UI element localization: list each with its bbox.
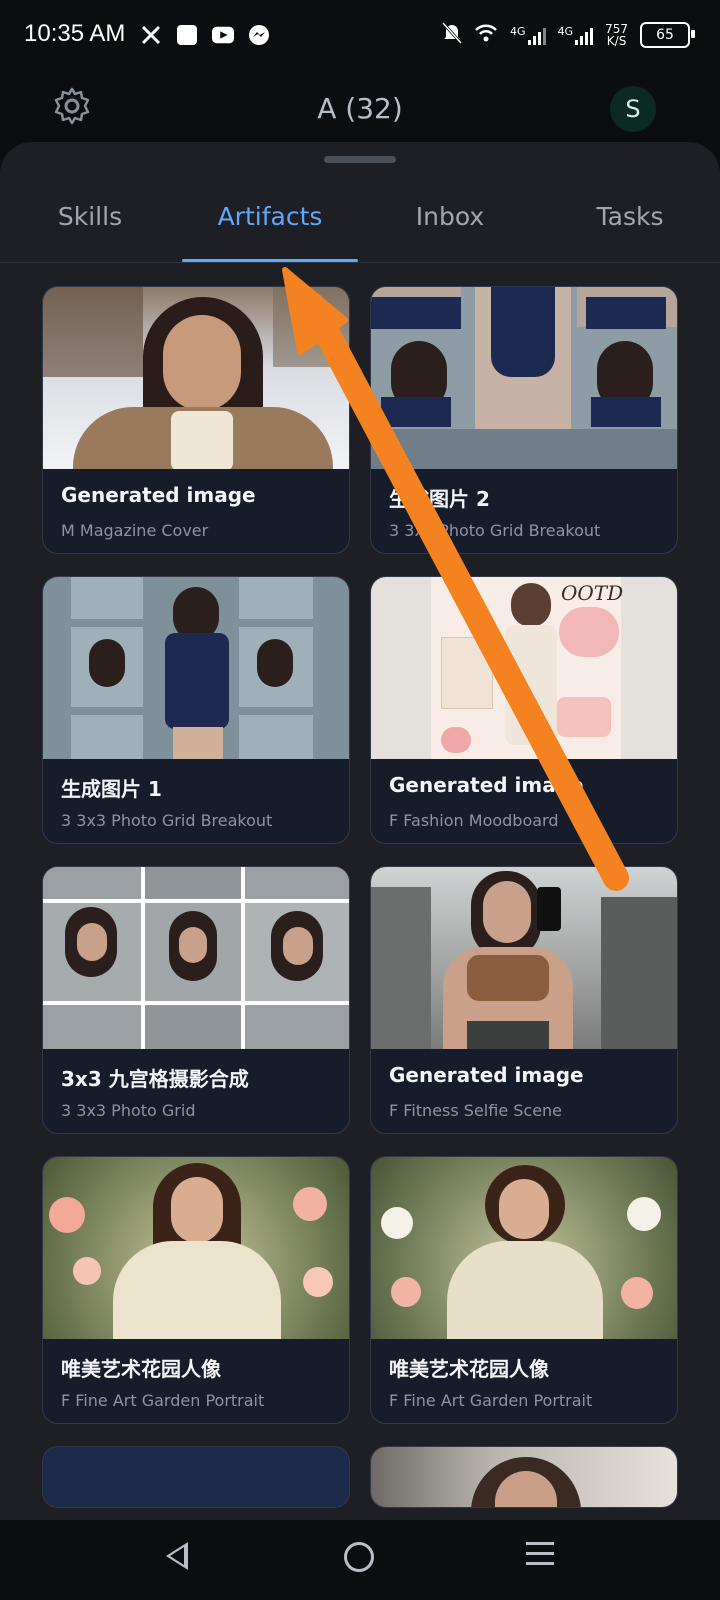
mute-bell-icon: [441, 21, 463, 48]
drag-handle[interactable]: [324, 156, 396, 163]
status-bar: 10:35 AM 4G 4G 757 K/S 65: [0, 0, 720, 70]
system-nav-bar: [0, 1520, 720, 1600]
artifact-thumbnail: [371, 867, 677, 1049]
artifact-subtitle: F Fine Art Garden Portrait: [389, 1391, 593, 1410]
app-square-icon: [176, 24, 198, 46]
signal-bars-2: [575, 25, 594, 45]
artifact-title: Generated image: [389, 1063, 584, 1087]
net-speed: 757 K/S: [605, 23, 628, 47]
artifact-subtitle: F Fashion Moodboard: [389, 811, 559, 830]
tab-skills[interactable]: Skills: [0, 182, 180, 262]
battery-indicator: 65: [640, 22, 695, 48]
tab-bar: Skills Artifacts Inbox Tasks: [0, 182, 720, 263]
avatar[interactable]: S: [610, 86, 656, 132]
artifact-subtitle: 3 3x3 Photo Grid: [61, 1101, 196, 1120]
artifact-subtitle: F Fitness Selfie Scene: [389, 1101, 563, 1120]
wifi-icon: [474, 23, 498, 47]
artifact-card[interactable]: Generated image F Fitness Selfie Scene: [370, 866, 678, 1134]
clock: 10:35 AM: [24, 20, 126, 47]
youtube-icon: [212, 24, 234, 46]
artifact-subtitle: 3 3x3 Photo Grid Breakout: [389, 521, 601, 540]
artifact-thumbnail: [43, 1157, 349, 1339]
artifact-card[interactable]: 唯美艺术花园人像 F Fine Art Garden Portrait: [42, 1156, 350, 1424]
tab-tasks[interactable]: Tasks: [540, 182, 720, 262]
artifact-thumbnail: OOTD: [371, 577, 677, 759]
artifact-title: Generated image: [61, 483, 256, 507]
artifact-title: 生成图片 1: [61, 777, 162, 801]
artifact-subtitle: F Fine Art Garden Portrait: [61, 1391, 265, 1410]
artifact-title: 唯美艺术花园人像: [61, 1357, 221, 1381]
artifact-thumbnail: [371, 1157, 677, 1339]
artifact-title: 3x3 九宫格摄影合成: [61, 1067, 249, 1091]
tab-artifacts[interactable]: Artifacts: [180, 182, 360, 262]
notification-icons: [140, 24, 270, 46]
artifact-card[interactable]: 3x3 九宫格摄影合成 3 3x3 Photo Grid: [42, 866, 350, 1134]
artifact-card[interactable]: 生成图片 1 3 3x3 Photo Grid Breakout: [42, 576, 350, 844]
artifact-title: Generated image: [389, 773, 584, 797]
recents-icon[interactable]: [526, 1542, 554, 1572]
artifact-subtitle: M Magazine Cover: [61, 521, 209, 540]
tab-inbox[interactable]: Inbox: [360, 182, 540, 262]
artifacts-sheet: Skills Artifacts Inbox Tasks Generated i…: [0, 142, 720, 1522]
status-indicators: 4G 4G 757 K/S 65: [441, 21, 695, 48]
artifact-card-partial[interactable]: [370, 1446, 678, 1508]
messenger-icon: [248, 24, 270, 46]
x-app-icon: [140, 24, 162, 46]
ootd-sticker: OOTD: [561, 581, 624, 605]
back-icon[interactable]: [166, 1542, 188, 1570]
artifact-card[interactable]: Generated image M Magazine Cover: [42, 286, 350, 554]
artifact-thumbnail: [371, 287, 677, 469]
artifact-grid: Generated image M Magazine Cover 生成图片 2 …: [42, 286, 678, 1508]
artifact-title: 唯美艺术花园人像: [389, 1357, 549, 1381]
artifact-subtitle: 3 3x3 Photo Grid Breakout: [61, 811, 273, 830]
artifact-card[interactable]: 生成图片 2 3 3x3 Photo Grid Breakout: [370, 286, 678, 554]
artifact-card[interactable]: 唯美艺术花园人像 F Fine Art Garden Portrait: [370, 1156, 678, 1424]
artifact-thumbnail: [43, 867, 349, 1049]
signal-type-2: 4G: [557, 25, 574, 38]
artifact-thumbnail: [43, 287, 349, 469]
app-header: A (32) S: [0, 70, 720, 150]
artifact-title: 生成图片 2: [389, 487, 490, 511]
signal-type-1: 4G: [510, 25, 526, 38]
home-icon[interactable]: [344, 1542, 374, 1572]
artifact-card-partial[interactable]: [42, 1446, 350, 1508]
signal-bars-1: [527, 25, 546, 45]
artifact-thumbnail: [43, 577, 349, 759]
artifact-card[interactable]: OOTD Generated image F Fashion Moodboard: [370, 576, 678, 844]
net-speed-unit: K/S: [606, 34, 627, 48]
